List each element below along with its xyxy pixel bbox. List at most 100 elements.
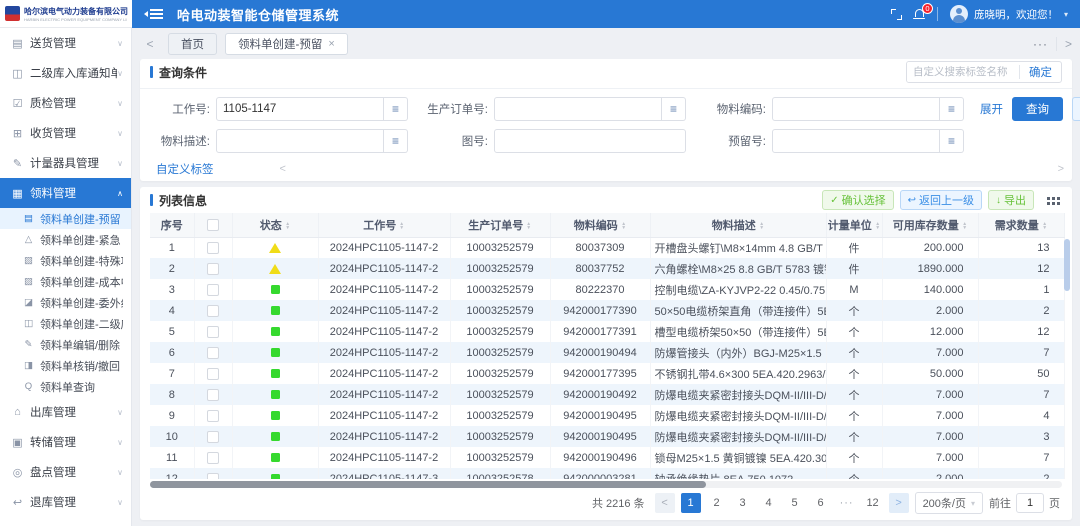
row-checkbox[interactable] xyxy=(207,326,219,338)
sidebar-item[interactable]: Q 领料单查询 xyxy=(0,376,131,397)
order-no-input[interactable] xyxy=(494,97,662,121)
page-number[interactable]: 3 xyxy=(733,493,753,513)
tab-more-button[interactable]: ··· xyxy=(1033,37,1048,51)
row-checkbox[interactable] xyxy=(207,305,219,317)
tab-active[interactable]: 领料单创建-预留 × xyxy=(225,33,348,55)
sidebar-item[interactable]: ⊞ 收货管理 ∨ xyxy=(0,118,131,148)
horizontal-scrollbar[interactable] xyxy=(150,481,1062,488)
row-checkbox[interactable] xyxy=(207,389,219,401)
table-row[interactable]: 9 2024HPC1105-1147-2 10003252579 9420001… xyxy=(150,405,1064,426)
reserve-no-filter-icon[interactable]: ≡ xyxy=(940,129,964,153)
vertical-scrollbar[interactable] xyxy=(1064,239,1070,477)
sidebar-item[interactable]: ◫ 二级库入库通知单 ∨ xyxy=(0,58,131,88)
page-number[interactable]: 4 xyxy=(759,493,779,513)
col-order-no[interactable]: 生产订单号▲▼ xyxy=(450,213,550,237)
sidebar-item[interactable]: ◨ 领料单核销/撤回 xyxy=(0,355,131,376)
confirm-select-button[interactable]: ✓确认选择 xyxy=(822,190,893,210)
column-settings-icon[interactable] xyxy=(1044,191,1062,209)
table-row[interactable]: 3 2024HPC1105-1147-2 10003252579 8022237… xyxy=(150,279,1064,300)
row-checkbox[interactable] xyxy=(207,263,219,275)
custom-tag-link[interactable]: 自定义标签 xyxy=(156,161,214,177)
sidebar-item[interactable]: ✎ 计量器具管理 ∨ xyxy=(0,148,131,178)
material-desc-input[interactable] xyxy=(216,129,384,153)
sidebar-item[interactable]: ◪ 领料单创建-委外组件 xyxy=(0,292,131,313)
table-row[interactable]: 10 2024HPC1105-1147-2 10003252579 942000… xyxy=(150,426,1064,447)
page-number[interactable]: 5 xyxy=(785,493,805,513)
table-row[interactable]: 5 2024HPC1105-1147-2 10003252579 9420001… xyxy=(150,321,1064,342)
select-all-checkbox[interactable] xyxy=(207,219,219,231)
table-row[interactable]: 11 2024HPC1105-1147-2 10003252579 942000… xyxy=(150,447,1064,468)
tag-scroll-right-icon[interactable]: > xyxy=(1058,163,1064,175)
tab-home[interactable]: 首页 xyxy=(168,33,217,55)
back-up-level-button[interactable]: ↩返回上一级 xyxy=(900,190,982,210)
next-page-button[interactable]: > xyxy=(889,493,909,513)
goto-page-input[interactable] xyxy=(1016,493,1044,513)
work-no-filter-icon[interactable]: ≡ xyxy=(384,97,408,121)
table-row[interactable]: 8 2024HPC1105-1147-2 10003252579 9420001… xyxy=(150,384,1064,405)
table-row[interactable]: 12 2024HPC1105-1147-3 10003252578 942000… xyxy=(150,468,1064,479)
export-button[interactable]: ↓导出 xyxy=(988,190,1034,210)
notification-bell-icon[interactable]: 0 xyxy=(914,9,925,19)
row-checkbox[interactable] xyxy=(207,368,219,380)
sidebar-item[interactable]: ↩ 退库管理 ∨ xyxy=(0,487,131,517)
sidebar-item[interactable]: ▣ 转储管理 ∨ xyxy=(0,427,131,457)
expand-link[interactable]: 展开 xyxy=(980,101,1003,117)
page-size-select[interactable]: 200条/页 ▾ xyxy=(915,492,983,514)
user-menu[interactable]: 庞晓明，欢迎您！ ▾ xyxy=(950,5,1068,23)
close-icon[interactable]: × xyxy=(328,38,334,50)
vertical-scrollbar-thumb[interactable] xyxy=(1064,239,1070,291)
page-number[interactable]: ··· xyxy=(837,493,857,513)
prev-page-button[interactable]: < xyxy=(655,493,675,513)
confirm-button[interactable]: 确定 xyxy=(1020,64,1061,80)
col-status[interactable]: 状态▲▼ xyxy=(232,213,318,237)
row-checkbox[interactable] xyxy=(207,410,219,422)
table-row[interactable]: 1 2024HPC1105-1147-2 10003252579 8003730… xyxy=(150,237,1064,258)
col-demand-qty[interactable]: 需求数量▲▼ xyxy=(978,213,1064,237)
row-checkbox[interactable] xyxy=(207,473,219,479)
col-unit[interactable]: 计量单位▲▼ xyxy=(826,213,882,237)
col-material-desc[interactable]: 物料描述▲▼ xyxy=(650,213,826,237)
sidebar-item[interactable]: ▤ 领料单创建-预留 xyxy=(0,208,131,229)
col-stock-qty[interactable]: 可用库存数量▲▼ xyxy=(882,213,978,237)
sidebar-item[interactable]: ◫ 领料单创建-二级库 xyxy=(0,313,131,334)
sidebar-item[interactable]: ⌂ 出库管理 ∨ xyxy=(0,397,131,427)
reset-button[interactable]: 重置 xyxy=(1072,97,1080,121)
sidebar-item[interactable]: ▤ 送货管理 ∨ xyxy=(0,28,131,58)
reserve-no-input[interactable] xyxy=(772,129,940,153)
col-material-code[interactable]: 物料编码▲▼ xyxy=(550,213,650,237)
tag-scroll-left-icon[interactable]: < xyxy=(280,163,286,175)
drawing-no-input[interactable] xyxy=(494,129,686,153)
work-no-input[interactable] xyxy=(216,97,384,121)
page-number[interactable]: 2 xyxy=(707,493,727,513)
custom-tag-name-input[interactable] xyxy=(907,62,1019,82)
page-number[interactable]: 12 xyxy=(863,493,883,513)
row-checkbox[interactable] xyxy=(207,242,219,254)
col-work-no[interactable]: 工作号▲▼ xyxy=(318,213,450,237)
table-row[interactable]: 2 2024HPC1105-1147-2 10003252579 8003775… xyxy=(150,258,1064,279)
sidebar-item[interactable]: ▨ 领料单创建-成本中心 xyxy=(0,271,131,292)
sidebar-item[interactable]: ▦ 领料管理 ∧ xyxy=(0,178,131,208)
material-code-filter-icon[interactable]: ≡ xyxy=(940,97,964,121)
sidebar-item[interactable]: ☑ 质检管理 ∨ xyxy=(0,88,131,118)
table-row[interactable]: 7 2024HPC1105-1147-2 10003252579 9420001… xyxy=(150,363,1064,384)
table-row[interactable]: 4 2024HPC1105-1147-2 10003252579 9420001… xyxy=(150,300,1064,321)
tab-scroll-left-button[interactable]: < xyxy=(140,34,160,54)
material-desc-filter-icon[interactable]: ≡ xyxy=(384,129,408,153)
sidebar-item[interactable]: ▧ 领料单创建-特殊项目 xyxy=(0,250,131,271)
page-number[interactable]: 1 xyxy=(681,493,701,513)
fullscreen-icon[interactable] xyxy=(891,9,902,20)
sidebar-item[interactable]: ✎ 领料单编辑/删除 xyxy=(0,334,131,355)
table-row[interactable]: 6 2024HPC1105-1147-2 10003252579 9420001… xyxy=(150,342,1064,363)
sidebar-item[interactable]: △ 领料单创建-紧急 xyxy=(0,229,131,250)
sidebar-collapse-button[interactable] xyxy=(144,11,163,17)
page-number[interactable]: 6 xyxy=(811,493,831,513)
order-no-filter-icon[interactable]: ≡ xyxy=(662,97,686,121)
material-code-input[interactable] xyxy=(772,97,940,121)
row-checkbox[interactable] xyxy=(207,347,219,359)
row-checkbox[interactable] xyxy=(207,431,219,443)
row-checkbox[interactable] xyxy=(207,284,219,296)
tab-scroll-right-button[interactable]: > xyxy=(1056,37,1072,51)
sidebar-item[interactable]: ◎ 盘点管理 ∨ xyxy=(0,457,131,487)
row-checkbox[interactable] xyxy=(207,452,219,464)
search-button[interactable]: 查询 xyxy=(1012,97,1063,121)
